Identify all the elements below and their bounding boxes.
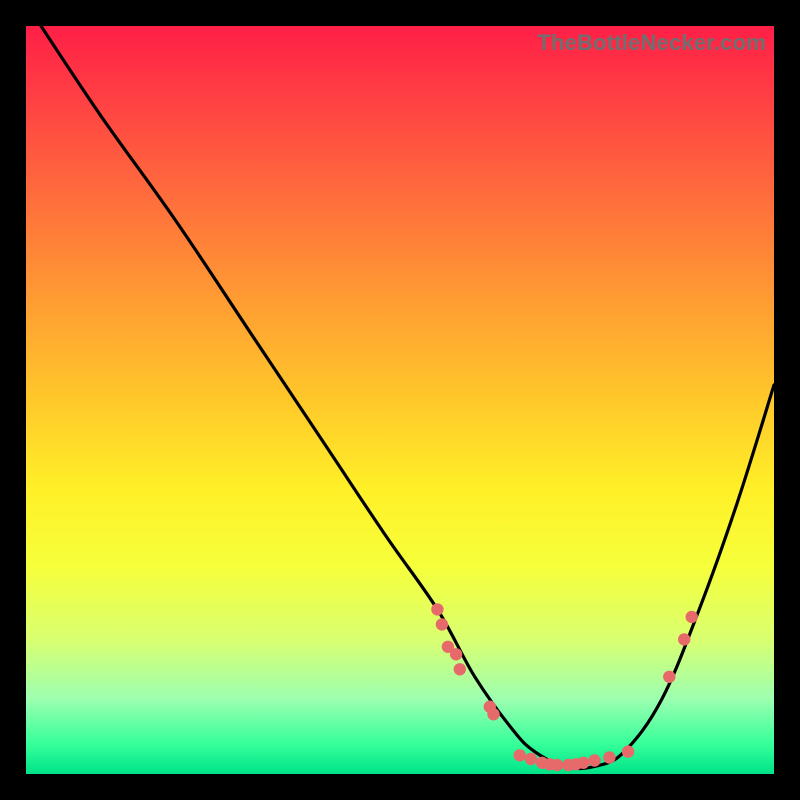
data-point bbox=[686, 611, 698, 623]
data-point bbox=[431, 603, 443, 615]
data-point bbox=[603, 751, 615, 763]
curve-layer bbox=[26, 26, 774, 774]
data-point bbox=[436, 618, 448, 630]
data-point bbox=[551, 759, 563, 771]
data-point bbox=[525, 753, 537, 765]
plot-area: TheBottleNecker.com bbox=[26, 26, 774, 774]
bottleneck-curve bbox=[41, 26, 774, 769]
data-point bbox=[588, 754, 600, 766]
data-point bbox=[622, 745, 634, 757]
data-point bbox=[450, 648, 462, 660]
data-point bbox=[663, 671, 675, 683]
data-points bbox=[431, 603, 698, 771]
data-point bbox=[514, 749, 526, 761]
data-point bbox=[577, 757, 589, 769]
data-point bbox=[454, 663, 466, 675]
data-point bbox=[678, 633, 690, 645]
data-point bbox=[487, 708, 499, 720]
chart-frame: TheBottleNecker.com bbox=[0, 0, 800, 800]
